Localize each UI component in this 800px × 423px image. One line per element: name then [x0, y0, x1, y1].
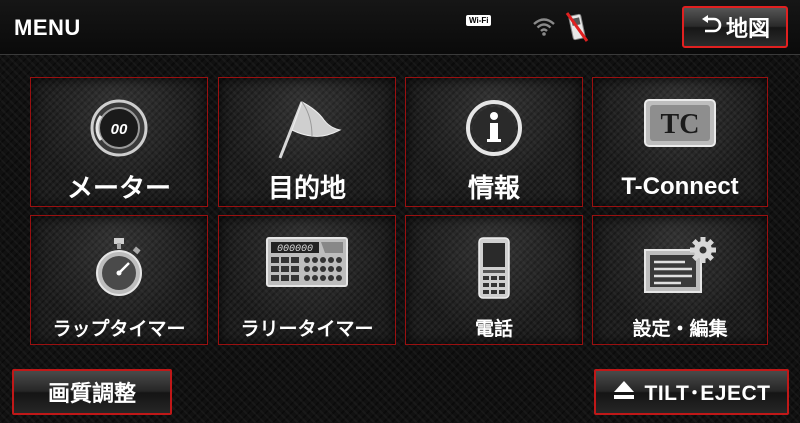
wifi-badge: Wi-Fi	[466, 15, 492, 26]
menu-tile-tconnect[interactable]: TC T-Connect	[592, 77, 768, 207]
map-button[interactable]: 地図	[682, 6, 788, 48]
phone-icon	[406, 236, 582, 300]
menu-tile-phone[interactable]: 電話	[405, 215, 583, 345]
top-bar: MENU Wi-Fi 地図	[0, 0, 800, 55]
menu-tile-lap-timer[interactable]: ラップタイマー	[30, 215, 208, 345]
return-arrow-icon	[700, 15, 722, 39]
menu-tile-label: 目的地	[267, 174, 346, 204]
menu-tile-label: ラップタイマー	[52, 318, 186, 340]
info-icon	[406, 98, 582, 158]
wifi-signal-icon	[532, 16, 556, 40]
menu-tile-label: 設定・編集	[632, 318, 728, 340]
page-title: MENU	[14, 15, 81, 40]
menu-tile-label: T-Connect	[621, 173, 739, 200]
rally-display-text: 000000	[277, 244, 313, 255]
image-quality-label: 画質調整	[47, 382, 136, 407]
menu-tile-label: 電話	[474, 318, 513, 340]
stopwatch-icon	[31, 236, 207, 298]
phone-disconnected-icon	[564, 10, 590, 48]
rally-timer-icon: 000000	[219, 236, 395, 288]
menu-tile-settings[interactable]: 設定・編集	[592, 215, 768, 345]
meter-icon: 00	[31, 98, 207, 158]
menu-tile-destination[interactable]: 目的地	[218, 77, 396, 207]
tilt-eject-button[interactable]: TILT･EJECT	[594, 369, 789, 415]
tilt-eject-label: TILT･EJECT	[644, 382, 771, 405]
menu-tile-meter[interactable]: 00 メーター	[30, 77, 208, 207]
menu-tile-label: 情報	[467, 174, 520, 204]
menu-tile-rally-timer[interactable]: 000000 ラリータイマー	[218, 215, 396, 345]
eject-icon	[613, 380, 635, 404]
meter-display-text: 00	[111, 121, 128, 138]
destination-flag-icon	[219, 98, 395, 162]
settings-edit-icon	[593, 236, 767, 296]
menu-tile-info[interactable]: 情報	[405, 77, 583, 207]
tconnect-logo-icon: TC	[593, 98, 767, 148]
image-quality-button[interactable]: 画質調整	[12, 369, 172, 415]
map-button-label: 地図	[725, 17, 770, 42]
menu-tile-label: ラリータイマー	[240, 318, 374, 340]
menu-tile-label: メーター	[66, 174, 171, 204]
tconnect-logo-text: TC	[661, 109, 700, 140]
